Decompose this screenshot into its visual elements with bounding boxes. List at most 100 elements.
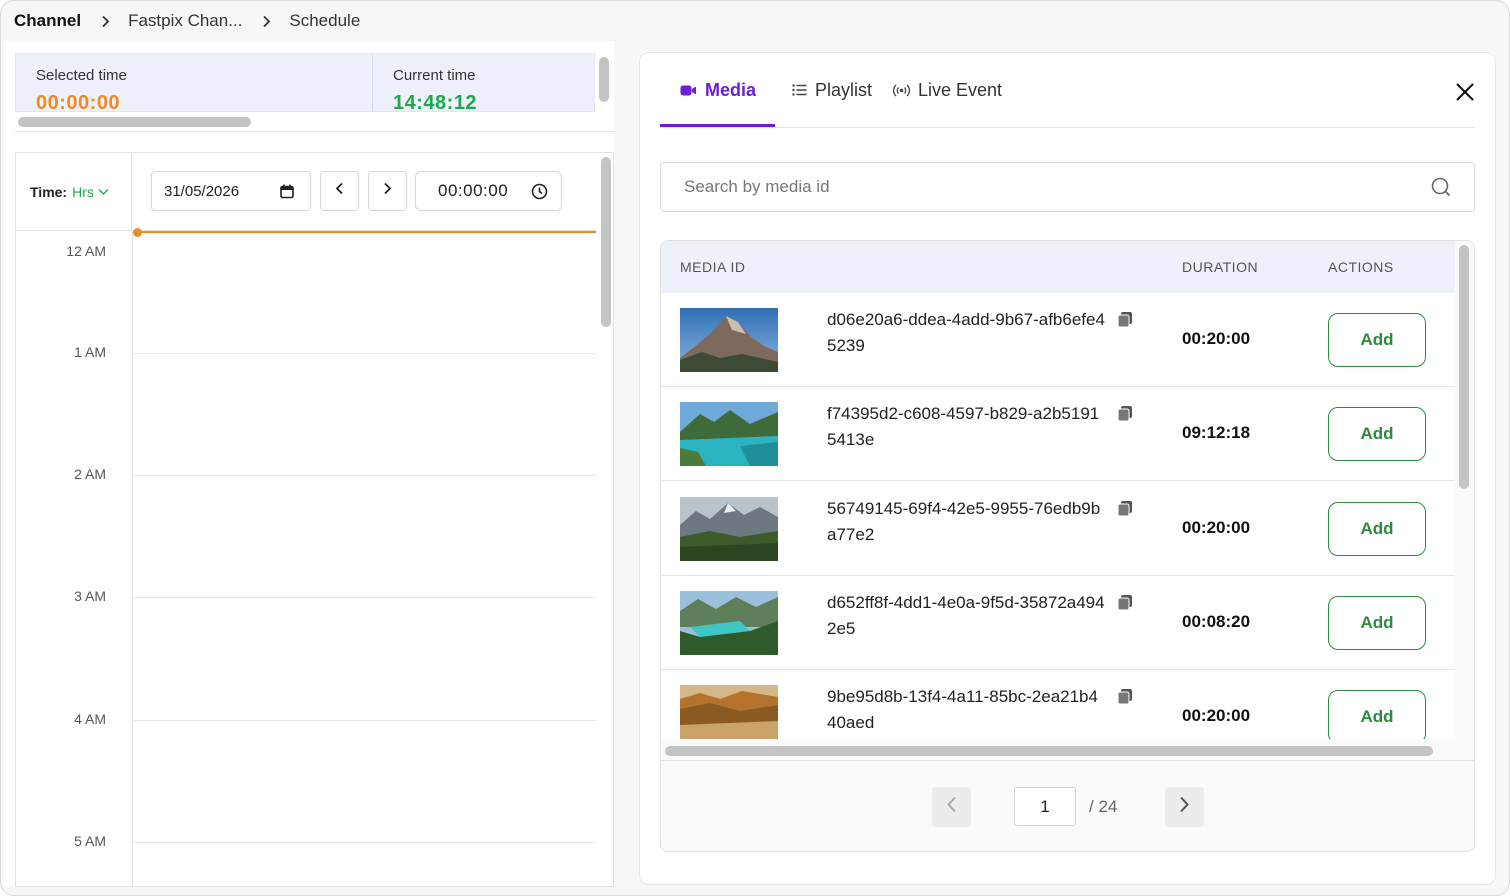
search-input[interactable] — [684, 177, 1384, 197]
active-tab-indicator — [660, 124, 775, 127]
current-time: Current time 14:48:12 — [373, 54, 594, 112]
schedule-pane: Selected time 00:00:00 Current time 14:4… — [3, 41, 614, 887]
breadcrumb-channel-name[interactable]: Fastpix Chan... — [128, 11, 242, 31]
current-time-dot — [133, 228, 142, 237]
hour-line — [132, 475, 596, 476]
chevron-right-icon — [101, 15, 110, 28]
search-icon[interactable] — [1430, 176, 1452, 203]
app-window: Channel Fastpix Chan... Schedule Selecte… — [0, 0, 1510, 896]
time-column-divider — [132, 231, 133, 886]
date-value: 31/05/2026 — [164, 182, 240, 200]
clock-icon[interactable] — [531, 183, 548, 205]
hour-line — [132, 720, 596, 721]
tab-media[interactable]: Media — [680, 53, 756, 127]
previous-day-button[interactable] — [320, 171, 359, 211]
next-page-button[interactable] — [1165, 787, 1204, 827]
current-time-label: Current time — [393, 67, 476, 84]
add-media-button[interactable]: Add — [1328, 690, 1426, 739]
selected-time-value: 00:00:00 — [36, 92, 121, 112]
copy-icon[interactable] — [1117, 594, 1133, 616]
tab-playlist-label: Playlist — [815, 79, 873, 100]
table-row: f74395d2-c608-4597-b829-a2b51915413e 09:… — [661, 387, 1455, 481]
hour-line — [132, 597, 596, 598]
column-header-duration: DURATION — [1182, 259, 1259, 275]
hour-line — [132, 353, 596, 354]
media-duration: 00:20:00 — [1182, 518, 1251, 537]
hour-label: 5 AM — [74, 833, 106, 849]
media-duration: 00:20:00 — [1182, 329, 1251, 348]
media-duration: 00:20:00 — [1182, 706, 1251, 725]
time-value: 00:00:00 — [438, 181, 509, 200]
video-camera-icon — [680, 84, 697, 97]
vertical-scrollbar[interactable] — [599, 57, 609, 102]
chevron-left-icon — [946, 796, 957, 818]
selected-time-label: Selected time — [36, 67, 127, 84]
media-thumbnail — [680, 685, 778, 739]
table-header: MEDIA ID DURATION ACTIONS — [661, 241, 1455, 293]
current-time-indicator — [136, 231, 596, 233]
current-time-value: 14:48:12 — [393, 92, 478, 112]
time-unit-value: Hrs — [72, 184, 94, 200]
time-summary-card: Selected time 00:00:00 Current time 14:4… — [15, 53, 595, 112]
table-row: 56749145-69f4-42e5-9955-76edb9ba77e2 00:… — [661, 482, 1455, 576]
copy-icon[interactable] — [1117, 688, 1133, 710]
table-vertical-scrollbar[interactable] — [1459, 245, 1469, 489]
tab-media-label: Media — [705, 79, 757, 100]
page-number-input[interactable]: 1 — [1014, 787, 1076, 826]
media-table: MEDIA ID DURATION ACTIONS d06e20a6-ddea-… — [660, 240, 1475, 852]
copy-icon[interactable] — [1117, 500, 1133, 522]
time-unit-label: Time: — [30, 184, 68, 200]
page-total: / 24 — [1089, 797, 1118, 816]
hour-label: 3 AM — [74, 588, 106, 604]
chevron-right-icon — [1179, 796, 1190, 818]
media-duration: 00:08:20 — [1182, 612, 1251, 631]
tab-live-event[interactable]: Live Event — [893, 53, 1002, 127]
column-header-actions: ACTIONS — [1328, 259, 1394, 275]
day-calendar: Time: Hrs 31/05/2026 00:00:00 12 AM 1 AM… — [15, 152, 614, 887]
calendar-icon[interactable] — [280, 184, 294, 203]
previous-page-button[interactable] — [932, 787, 971, 827]
media-id: d06e20a6-ddea-4add-9b67-afb6efe45239 — [827, 310, 1105, 355]
chevron-right-icon — [383, 182, 392, 200]
calendar-scrollbar[interactable] — [601, 157, 611, 327]
table-row: d652ff8f-4dd1-4e0a-9f5d-35872a4942e5 00:… — [661, 576, 1455, 670]
tab-live-event-label: Live Event — [918, 79, 1003, 100]
list-icon — [792, 84, 807, 96]
add-media-button[interactable]: Add — [1328, 596, 1426, 650]
hour-label: 12 AM — [66, 243, 106, 259]
time-picker-input[interactable]: 00:00:00 — [415, 171, 562, 211]
add-media-button[interactable]: Add — [1328, 502, 1426, 556]
add-media-button[interactable]: Add — [1328, 407, 1426, 461]
table-horizontal-scrollbar[interactable] — [665, 746, 1433, 756]
media-id: f74395d2-c608-4597-b829-a2b51915413e — [827, 404, 1100, 449]
copy-icon[interactable] — [1117, 311, 1133, 333]
media-thumbnail — [680, 402, 778, 466]
calendar-grid[interactable]: 12 AM 1 AM 2 AM 3 AM 4 AM 5 AM — [16, 228, 596, 886]
media-duration: 09:12:18 — [1182, 423, 1251, 442]
table-row: 9be95d8b-13f4-4a11-85bc-2ea21b440aed 00:… — [661, 670, 1455, 739]
media-search — [660, 162, 1475, 212]
media-panel: Media Playlist Live Event Search by medi… — [639, 52, 1496, 885]
date-picker-input[interactable]: 31/05/2026 — [151, 171, 311, 211]
horizontal-scrollbar[interactable] — [18, 117, 251, 127]
hour-label: 1 AM — [74, 344, 106, 360]
table-row: d06e20a6-ddea-4add-9b67-afb6efe45239 00:… — [661, 293, 1455, 387]
pagination: 1 / 24 — [661, 761, 1474, 851]
broadcast-icon — [893, 84, 910, 97]
copy-icon[interactable] — [1117, 405, 1133, 427]
chevron-left-icon — [335, 182, 344, 200]
tab-playlist[interactable]: Playlist — [792, 53, 872, 127]
breadcrumb-channel[interactable]: Channel — [14, 11, 81, 31]
table-body: d06e20a6-ddea-4add-9b67-afb6efe45239 00:… — [661, 293, 1455, 739]
column-header-media-id: MEDIA ID — [680, 259, 746, 275]
chevron-down-icon — [98, 188, 109, 196]
media-thumbnail — [680, 308, 778, 372]
calendar-toolbar: Time: Hrs 31/05/2026 00:00:00 — [16, 153, 596, 231]
time-unit-selector[interactable]: Time: Hrs — [16, 153, 132, 231]
breadcrumb: Channel Fastpix Chan... Schedule — [14, 9, 360, 33]
close-icon[interactable] — [1453, 80, 1477, 104]
next-day-button[interactable] — [368, 171, 407, 211]
hour-line — [132, 842, 596, 843]
selected-time: Selected time 00:00:00 — [16, 54, 373, 112]
add-media-button[interactable]: Add — [1328, 313, 1426, 367]
